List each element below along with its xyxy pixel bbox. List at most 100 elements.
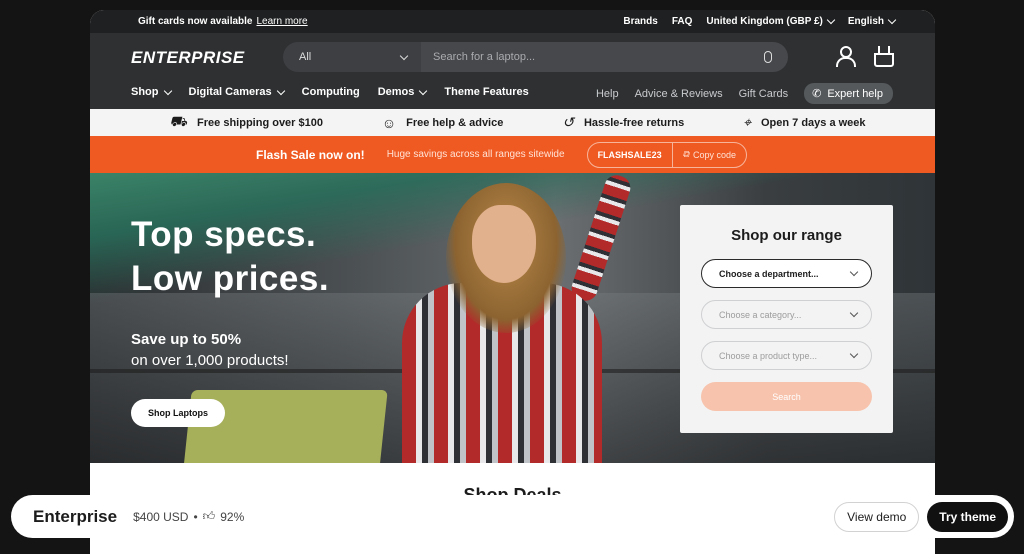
discount-code: FLASHSALE23	[588, 142, 673, 167]
theme-info-bar: Enterprise $400 USD • 👍︎ 92% View demo T…	[11, 495, 1014, 538]
hero-heading-line-1: Top specs.	[131, 215, 317, 254]
copy-code-button[interactable]: ⧉ Copy code	[673, 143, 746, 167]
theme-name: Enterprise	[33, 506, 118, 526]
faq-link[interactable]: FAQ	[672, 16, 693, 27]
usp-item: ⛟ Free shipping over $100	[169, 113, 323, 132]
truck-icon: ⛟	[169, 113, 188, 129]
chevron-down-icon	[849, 308, 859, 318]
nav-link-help[interactable]: Help	[596, 88, 619, 100]
nav-item-digital-cameras[interactable]: Digital Cameras	[188, 86, 285, 98]
search-bar: All Search for a laptop...	[283, 42, 788, 72]
hero-image-woman-with-laptop	[390, 173, 650, 463]
account-icon[interactable]	[835, 46, 856, 67]
usp-label: Open 7 days a week	[760, 116, 866, 129]
language-label: English	[847, 16, 884, 27]
language-selector[interactable]: English	[847, 15, 897, 27]
chevron-down-icon	[849, 349, 859, 359]
header-icons	[835, 46, 895, 67]
nav-item-computing[interactable]: Computing	[302, 86, 360, 98]
country-selector[interactable]: United Kingdom (GBP £)	[706, 15, 836, 27]
expert-help-label: Expert help	[827, 87, 883, 100]
copy-icon: ⧉	[682, 149, 690, 159]
site-logo[interactable]: ENTERPRISE	[131, 48, 245, 68]
try-theme-button[interactable]: Try theme	[927, 501, 1008, 532]
hero-text: Top specs. Low prices. Save up to 50% on…	[131, 213, 329, 427]
country-label: United Kingdom (GBP £)	[706, 16, 823, 27]
usp-label: Free help & advice	[406, 116, 504, 129]
return-icon: ↺	[562, 114, 574, 130]
search-department-value: All	[299, 51, 312, 63]
hero-image-face	[472, 205, 536, 283]
learn-more-link[interactable]: Learn more	[256, 16, 307, 27]
department-select-value: Choose a department...	[719, 268, 819, 279]
nav-item-theme-features[interactable]: Theme Features	[444, 86, 528, 98]
theme-actions: View demo Try theme	[834, 501, 1008, 532]
nav-link-gift-cards[interactable]: Gift Cards	[739, 88, 789, 100]
usp-item: ↺ Hassle-free returns	[562, 114, 684, 131]
separator-dot: •	[193, 509, 198, 524]
theme-rating: 92%	[220, 509, 245, 524]
expert-help-button[interactable]: ✆ Expert help	[804, 83, 893, 104]
main-nav: Shop Digital Cameras Computing Demos The…	[131, 86, 529, 98]
product-type-select[interactable]: Choose a product type...	[701, 341, 872, 370]
chevron-down-icon	[849, 267, 859, 277]
usp-bar: ⛟ Free shipping over $100 ☺ Free help & ad…	[90, 109, 935, 136]
shop-laptops-button[interactable]: Shop Laptops	[131, 399, 225, 427]
usp-label: Free shipping over $100	[197, 116, 323, 129]
hero-save-text: Save up to 50%	[131, 331, 242, 348]
discount-code-box: FLASHSALE23 ⧉ Copy code	[586, 141, 748, 168]
chat-icon: ☺	[381, 114, 397, 131]
announcement-bar: Gift cards now available Learn more Brand…	[90, 10, 935, 33]
basket-icon[interactable]	[873, 46, 895, 67]
theme-price-rating: $400 USD • 👍︎ 92%	[133, 509, 244, 524]
chevron-down-icon	[887, 15, 897, 25]
category-select-value: Choose a category...	[719, 309, 802, 320]
product-type-select-value: Choose a product type...	[719, 350, 818, 361]
nav-label: Demos	[377, 86, 415, 98]
microphone-icon[interactable]	[764, 51, 772, 63]
search-department-select[interactable]: All	[283, 42, 421, 72]
category-select[interactable]: Choose a category...	[701, 300, 872, 329]
shop-our-range-panel: Shop our range Choose a department... Ch…	[680, 205, 893, 433]
search-input[interactable]: Search for a laptop...	[421, 42, 788, 72]
hero-banner: Top specs. Low prices. Save up to 50% on…	[90, 173, 935, 463]
flash-sale-bar: Flash Sale now on! Huge savings across a…	[90, 136, 935, 173]
flash-sale-title: Flash Sale now on!	[256, 147, 365, 162]
nav-item-demos[interactable]: Demos	[377, 86, 428, 98]
nav-label: Shop	[131, 86, 159, 98]
usp-label: Hassle-free returns	[583, 116, 685, 129]
usp-item: ⌖ Open 7 days a week	[743, 114, 865, 131]
secondary-nav: Help Advice & Reviews Gift Cards ✆ Expert…	[596, 83, 893, 104]
site-header: ENTERPRISE All Search for a laptop... Sh…	[90, 33, 935, 109]
chevron-down-icon	[419, 86, 428, 95]
range-title: Shop our range	[731, 227, 842, 244]
nav-label: Theme Features	[444, 86, 529, 98]
usp-item: ☺ Free help & advice	[382, 115, 504, 131]
chevron-down-icon	[276, 86, 285, 95]
theme-price: $400 USD	[133, 509, 189, 524]
nav-label: Digital Cameras	[188, 86, 272, 98]
announcement-text: Gift cards now available	[138, 16, 253, 27]
location-icon: ⌖	[743, 114, 751, 130]
view-demo-button[interactable]: View demo	[834, 501, 920, 532]
chevron-down-icon	[399, 51, 409, 60]
thumbs-up-icon: 👍︎	[202, 509, 216, 523]
hero-heading-line-2: Low prices.	[131, 259, 330, 298]
hero-image-arm	[568, 173, 634, 304]
search-placeholder: Search for a laptop...	[433, 51, 536, 63]
announcement-right: Brands FAQ United Kingdom (GBP £) Englis…	[623, 15, 897, 27]
copy-code-label: Copy code	[693, 149, 737, 160]
phone-icon: ✆	[812, 88, 822, 100]
nav-item-shop[interactable]: Shop	[131, 86, 172, 98]
flash-sale-subtitle: Huge savings across all ranges sitewide	[386, 149, 565, 160]
nav-label: Computing	[301, 86, 360, 98]
hero-sub-text: on over 1,000 products!	[131, 352, 289, 369]
chevron-down-icon	[826, 15, 836, 25]
department-select[interactable]: Choose a department...	[701, 259, 872, 288]
brands-link[interactable]: Brands	[623, 16, 657, 27]
range-search-button[interactable]: Search	[701, 382, 872, 411]
chevron-down-icon	[163, 86, 172, 95]
store-preview-frame: Gift cards now available Learn more Brand…	[90, 10, 935, 554]
nav-link-advice-reviews[interactable]: Advice & Reviews	[635, 88, 723, 100]
announcement-left: Gift cards now available Learn more	[138, 16, 308, 27]
